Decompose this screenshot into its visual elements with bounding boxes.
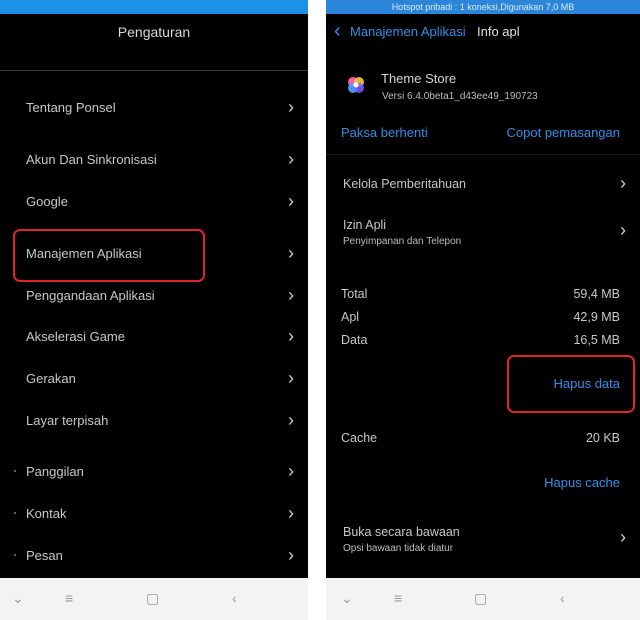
bullet-dot [14,512,16,514]
chevron-right-icon: › [288,410,294,430]
settings-item-label: Tentang Ponsel [26,100,116,115]
permissions-sub: Penyimpanan dan Telepon [343,236,462,247]
section-divider [326,154,640,155]
settings-item-label: Panggilan [26,464,84,479]
chevron-right-icon: › [620,173,626,193]
settings-item-kontak[interactable]: Kontak › [0,495,308,535]
storage-app-value: 42,9 MB [573,310,620,324]
status-bar: Hotspot pribadi : 1 koneksi,Digunakan 7,… [326,0,640,14]
chevron-right-icon: › [288,191,294,211]
chevron-right-icon: › [288,503,294,523]
storage-total-label: Total [341,287,368,301]
chevron-right-icon: › [288,285,294,305]
chevron-right-icon: › [288,368,294,388]
cache-value: 20 KB [585,431,620,445]
chevron-right-icon: › [288,97,294,117]
chevron-down-icon[interactable]: ⌄ [341,589,353,607]
open-by-default-row[interactable]: Buka secara bawaan Opsi bawaan tidak dia… [326,518,640,564]
settings-item-tentang-ponsel[interactable]: Tentang Ponsel › [0,89,308,129]
theme-store-app-icon [348,77,364,93]
manage-notifications-row[interactable]: Kelola Pemberitahuan › [326,165,640,203]
app-info-screen: Hotspot pribadi : 1 koneksi,Digunakan 7,… [326,0,640,620]
page-title: Pengaturan [117,24,191,40]
storage-total-value: 59,4 MB [573,287,620,301]
permissions-row[interactable]: Izin Apli Penyimpanan dan Telepon › [326,210,640,256]
highlight-box [13,229,205,282]
settings-item-penggandaan[interactable]: Penggandaan Aplikasi › [0,277,308,317]
settings-item-gerakan[interactable]: Gerakan › [0,360,308,400]
chevron-right-icon: › [620,527,626,547]
chevron-right-icon: › [288,149,294,169]
bullet-dot [14,470,16,472]
nav-menu-icon[interactable]: ≡ [394,589,402,607]
cache-label: Cache [341,431,378,445]
settings-item-label: Penggandaan Aplikasi [26,288,155,303]
app-name: Theme Store [381,71,457,86]
chevron-down-icon[interactable]: ⌄ [12,589,24,607]
chevron-right-icon: › [288,243,294,263]
settings-item-google[interactable]: Google › [0,183,308,223]
settings-item-panggilan[interactable]: Panggilan › [0,453,308,493]
settings-item-label: Kontak [26,506,67,521]
settings-item-label: Google [26,194,68,209]
header-divider [0,70,308,71]
navigation-bar: ⌄ ≡ ▢ ‹ [0,578,308,620]
status-bar [0,0,308,14]
nav-back-icon[interactable]: ‹ [560,589,565,607]
settings-item-label: Gerakan [26,371,76,386]
settings-item-akselerasi-game[interactable]: Akselerasi Game › [0,318,308,358]
storage-data-value: 16,5 MB [573,333,620,347]
chevron-right-icon: › [620,220,626,240]
nav-home-icon[interactable]: ▢ [474,589,487,607]
nav-back-icon[interactable]: ‹ [232,589,237,607]
nav-home-icon[interactable]: ▢ [146,589,159,607]
chevron-right-icon: › [288,545,294,565]
clear-cache-button[interactable]: Hapus cache [544,475,620,490]
settings-item-label: Akselerasi Game [26,329,125,344]
chevron-right-icon: › [288,326,294,346]
storage-app-label: Apl [341,310,360,324]
nav-menu-icon[interactable]: ≡ [65,589,73,607]
back-arrow-icon[interactable]: ‹ [334,19,341,43]
open-by-default-label: Buka secara bawaan [343,525,460,539]
storage-data-label: Data [341,333,368,347]
settings-item-label: Layar terpisah [26,413,109,428]
page-title: Info apl [477,24,520,39]
settings-item-pesan[interactable]: Pesan › [0,537,308,577]
settings-item-label: Akun Dan Sinkronisasi [26,152,157,167]
open-by-default-sub: Opsi bawaan tidak diatur [343,543,454,554]
settings-item-layar-terpisah[interactable]: Layar terpisah › [0,402,308,442]
settings-item-label: Pesan [26,548,63,563]
permissions-label: Izin Apli [343,218,387,232]
force-stop-button[interactable]: Paksa berhenti [341,125,428,140]
app-version: Versi 6.4.0beta1_d43ee49_190723 [382,91,538,102]
manage-notifications-label: Kelola Pemberitahuan [343,177,466,191]
bullet-dot [14,554,16,556]
settings-item-akun[interactable]: Akun Dan Sinkronisasi › [0,141,308,181]
navigation-bar: ⌄ ≡ ▢ ‹ [326,578,640,620]
highlight-box [507,355,635,413]
settings-screen: Pengaturan Tentang Ponsel › Akun Dan Sin… [0,0,308,620]
uninstall-button[interactable]: Copot pemasangan [507,125,620,140]
chevron-right-icon: › [288,461,294,481]
back-link[interactable]: Manajemen Aplikasi [350,24,466,39]
